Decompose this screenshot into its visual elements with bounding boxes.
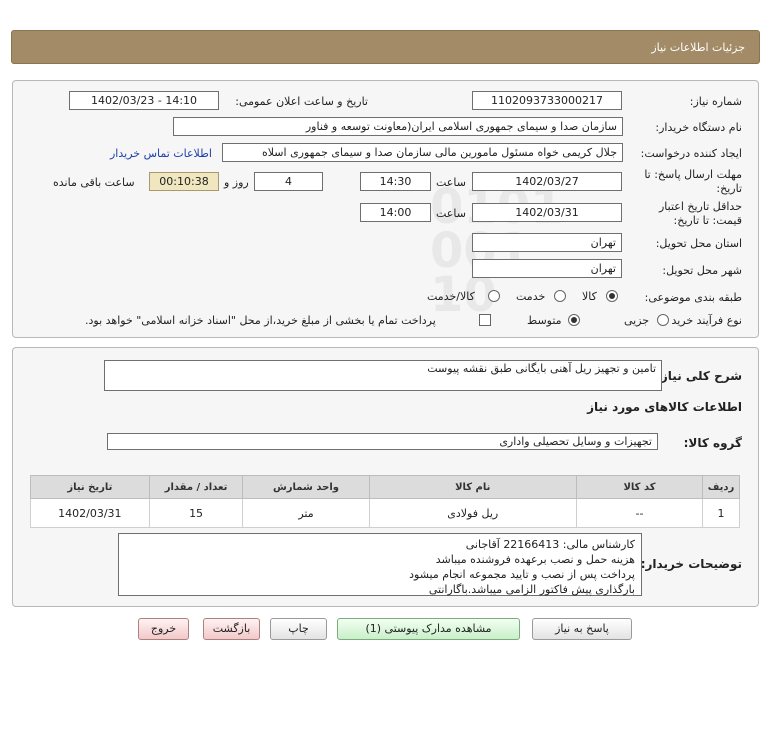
- deadline-time-field: 14:30: [360, 172, 431, 191]
- delivery-city-label: شهر محل تحویل:: [662, 264, 742, 277]
- delivery-city-field: تهران: [472, 259, 622, 278]
- exit-button[interactable]: خروج: [138, 618, 189, 640]
- treasury-payment-note: پرداخت تمام یا بخشی از مبلغ خرید،از محل …: [85, 314, 436, 327]
- cell-unit: متر: [242, 498, 370, 528]
- cell-quantity: 15: [148, 498, 244, 528]
- validity-time-label: ساعت: [436, 207, 466, 220]
- validity-date-field: 1402/03/31: [472, 203, 622, 222]
- process-radio-minor[interactable]: [657, 314, 669, 326]
- general-description-field: تامین و تجهیز ریل آهنی بایگانی طبق نقشه …: [104, 360, 662, 391]
- validity-label-line2: قیمت: تا تاریخ:: [673, 214, 742, 227]
- goods-table-wrapper: ردیف کد کالا نام کالا واحد شمارش تعداد /…: [30, 475, 740, 528]
- goods-table: ردیف کد کالا نام کالا واحد شمارش تعداد /…: [30, 475, 740, 528]
- table-row: 1 -- ریل فولادی متر 15 1402/03/31: [30, 498, 740, 528]
- col-header-goods-code: کد کالا: [575, 475, 704, 499]
- category-radio-goods-service[interactable]: [488, 290, 500, 302]
- validity-label-line1: حداقل تاریخ اعتبار: [658, 200, 742, 213]
- deadline-label-line2: تاریخ:: [716, 182, 742, 195]
- view-attachments-button[interactable]: مشاهده مدارک پیوستی (1): [337, 618, 520, 640]
- buyer-notes-label: توضیحات خریدار:: [640, 557, 742, 571]
- category-option-goods: کالا: [582, 290, 597, 303]
- process-option-medium: متوسط: [527, 314, 562, 327]
- cell-need-date: 1402/03/31: [30, 498, 150, 528]
- print-button[interactable]: چاپ: [270, 618, 327, 640]
- remaining-label: ساعت باقی مانده: [53, 176, 135, 189]
- buyer-notes-line: هزینه حمل و نصب برعهده فروشنده میباشد: [435, 553, 635, 566]
- buyer-notes-line: پرداخت پس از نصب و تایید مجموعه انجام می…: [409, 568, 635, 581]
- need-number-field: 1102093733000217: [472, 91, 622, 110]
- col-header-goods-name: نام کالا: [368, 475, 577, 499]
- col-header-quantity: تعداد / مقدار: [148, 475, 244, 499]
- days-label: روز و: [224, 176, 249, 189]
- delivery-province-label: استان محل تحویل:: [655, 237, 742, 250]
- category-option-service: خدمت: [516, 290, 546, 303]
- cell-goods-code: --: [575, 498, 704, 528]
- process-radio-medium[interactable]: [568, 314, 580, 326]
- goods-table-header-row: ردیف کد کالا نام کالا واحد شمارش تعداد /…: [30, 475, 740, 499]
- category-radio-service[interactable]: [554, 290, 566, 302]
- buyer-notes-line: بارگذاری پیش فاکتور الزامی میباشد.باگارا…: [428, 583, 635, 596]
- cell-row-number: 1: [702, 498, 740, 528]
- col-header-need-date: تاریخ نیاز: [30, 475, 150, 499]
- general-description-label: شرح کلی نیاز:: [656, 369, 742, 383]
- buyer-notes-line: کارشناس مالی: 22166413 آقاجانی: [465, 538, 635, 551]
- category-option-goods-service: کالا/خدمت: [427, 290, 475, 303]
- remaining-days-field: 4: [254, 172, 323, 191]
- delivery-province-field: تهران: [472, 233, 622, 252]
- cell-goods-name: ریل فولادی: [368, 498, 577, 528]
- goods-group-field: تجهیزات و وسایل تحصیلی واداری: [107, 433, 658, 450]
- buyer-org-field: سازمان صدا و سیمای جمهوری اسلامی ایران(م…: [173, 117, 623, 136]
- reply-button[interactable]: پاسخ به نیاز: [532, 618, 632, 640]
- buyer-org-label: نام دستگاه خریدار:: [655, 121, 742, 134]
- back-button[interactable]: بازگشت: [203, 618, 260, 640]
- deadline-time-label: ساعت: [436, 176, 466, 189]
- goods-section-title: اطلاعات کالاهای مورد نیاز: [587, 400, 742, 414]
- treasury-payment-checkbox[interactable]: [479, 314, 491, 326]
- col-header-unit: واحد شمارش: [242, 475, 370, 499]
- request-creator-label: ایجاد کننده درخواست:: [640, 147, 742, 160]
- remaining-time-field: 00:10:38: [149, 172, 219, 191]
- process-type-label: نوع فرآیند خرید :: [664, 314, 742, 327]
- page-title: جزئیات اطلاعات نیاز: [651, 41, 745, 54]
- buyer-notes-box: کارشناس مالی: 22166413 آقاجانی هزینه حمل…: [118, 533, 642, 596]
- goods-group-label: گروه کالا:: [683, 436, 742, 450]
- process-option-minor: جزیی: [624, 314, 650, 327]
- request-creator-field: جلال کریمی خواه مسئول مامورین مالی سازما…: [222, 143, 623, 162]
- announce-datetime-field: 1402/03/23 - 14:10: [69, 91, 219, 110]
- category-radio-goods[interactable]: [606, 290, 618, 302]
- need-number-label: شماره نیاز:: [689, 95, 742, 108]
- col-header-row-number: ردیف: [702, 475, 740, 499]
- category-label: طبقه بندی موضوعی:: [644, 291, 742, 304]
- buyer-contact-link[interactable]: اطلاعات تماس خریدار: [110, 147, 212, 160]
- header-bar: جزئیات اطلاعات نیاز: [11, 30, 760, 64]
- deadline-date-field: 1402/03/27: [472, 172, 622, 191]
- deadline-label-line1: مهلت ارسال پاسخ: تا: [644, 168, 742, 181]
- validity-time-field: 14:00: [360, 203, 431, 222]
- announce-datetime-label: تاریخ و ساعت اعلان عمومی:: [235, 95, 368, 108]
